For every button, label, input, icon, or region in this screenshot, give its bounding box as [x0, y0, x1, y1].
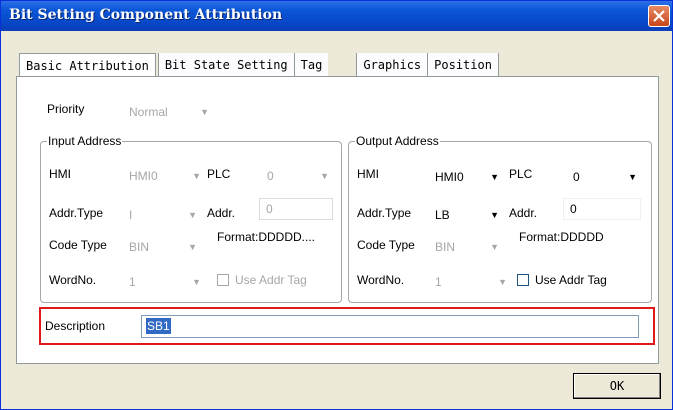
chevron-down-icon: ▼ — [628, 172, 637, 182]
output-code-type-label: Code Type — [357, 238, 415, 252]
tab-basic-attribution[interactable]: Basic Attribution — [19, 53, 156, 78]
output-address-title: Output Address — [355, 134, 440, 148]
output-word-no-label: WordNo. — [357, 273, 405, 287]
input-plc-select: 0 ▼ — [263, 166, 333, 186]
description-label: Description — [45, 319, 106, 333]
tab-strip: Basic Attribution Bit State Setting Tag … — [19, 53, 499, 78]
dialog-window: Bit Setting Component Attribution Basic … — [0, 0, 673, 410]
chevron-down-icon: ▼ — [490, 242, 499, 252]
output-use-addr-tag-checkbox[interactable] — [517, 274, 529, 286]
chevron-down-icon: ▼ — [192, 171, 201, 181]
input-use-addr-tag-checkbox — [217, 274, 229, 286]
input-addr-value: 0 — [266, 202, 273, 216]
input-addr-label: Addr. — [207, 206, 236, 220]
tab-tag[interactable]: Tag — [293, 53, 329, 77]
priority-label: Priority — [47, 102, 85, 116]
input-format-text: Format:DDDDD.... — [217, 230, 316, 244]
input-address-title: Input Address — [47, 134, 123, 148]
output-hmi-label: HMI — [357, 167, 379, 181]
output-plc-select[interactable]: 0 ▼ — [569, 167, 641, 187]
chevron-down-icon: ▼ — [490, 210, 499, 220]
input-code-type-select: BIN ▼ — [125, 237, 201, 257]
output-hmi-value: HMI0 — [435, 170, 464, 184]
input-code-type-value: BIN — [129, 240, 150, 254]
chevron-down-icon: ▼ — [490, 172, 499, 182]
input-addr-type-label: Addr.Type — [49, 206, 104, 220]
output-addr-type-select[interactable]: LB ▼ — [431, 205, 503, 225]
input-hmi-label: HMI — [49, 167, 71, 181]
close-icon — [653, 10, 665, 22]
output-addr-label: Addr. — [509, 206, 538, 220]
description-input[interactable]: SB1 — [141, 315, 639, 338]
output-addr-value: 0 — [570, 202, 577, 216]
output-word-no-select: 1 ▼ — [431, 272, 511, 292]
output-code-type-value: BIN — [435, 240, 456, 254]
output-plc-label: PLC — [509, 167, 533, 181]
input-plc-label: PLC — [207, 167, 231, 181]
output-addr-type-label: Addr.Type — [357, 206, 412, 220]
title-bar[interactable]: Bit Setting Component Attribution — [1, 1, 672, 31]
output-word-no-value: 1 — [435, 275, 442, 289]
input-hmi-select: HMI0 ▼ — [125, 166, 205, 186]
input-word-no-value: 1 — [129, 275, 136, 289]
chevron-down-icon: ▼ — [192, 277, 201, 287]
output-plc-value: 0 — [573, 170, 580, 184]
input-addr-field: 0 — [259, 198, 333, 220]
priority-value: Normal — [129, 105, 168, 119]
input-hmi-value: HMI0 — [129, 169, 158, 183]
tab-bit-state-setting[interactable]: Bit State Setting — [157, 53, 294, 77]
ok-button[interactable]: OK — [573, 373, 661, 399]
output-format-text: Format:DDDDD — [519, 230, 604, 244]
output-hmi-select[interactable]: HMI0 ▼ — [431, 167, 503, 187]
chevron-down-icon: ▼ — [200, 107, 209, 117]
input-code-type-label: Code Type — [49, 238, 107, 252]
output-code-type-select: BIN ▼ — [431, 237, 503, 257]
priority-select: Normal ▼ — [125, 102, 213, 122]
output-addr-field[interactable]: 0 — [563, 198, 641, 220]
input-addr-type-value: I — [129, 208, 133, 222]
close-button[interactable] — [648, 5, 670, 27]
chevron-down-icon: ▼ — [320, 171, 329, 181]
chevron-down-icon: ▼ — [188, 242, 197, 252]
input-plc-value: 0 — [267, 169, 274, 183]
output-addr-type-value: LB — [435, 208, 450, 222]
description-value: SB1 — [146, 318, 171, 334]
chevron-down-icon: ▼ — [498, 277, 507, 287]
chevron-down-icon: ▼ — [188, 210, 197, 220]
tab-graphics[interactable]: Graphics — [356, 53, 428, 77]
input-addr-type-select: I ▼ — [125, 205, 201, 225]
input-word-no-select: 1 ▼ — [125, 272, 205, 292]
input-use-addr-tag-label: Use Addr Tag — [235, 273, 307, 287]
output-use-addr-tag-label: Use Addr Tag — [535, 273, 607, 287]
input-word-no-label: WordNo. — [49, 273, 97, 287]
tab-position[interactable]: Position — [427, 53, 499, 77]
window-title: Bit Setting Component Attribution — [9, 7, 283, 23]
